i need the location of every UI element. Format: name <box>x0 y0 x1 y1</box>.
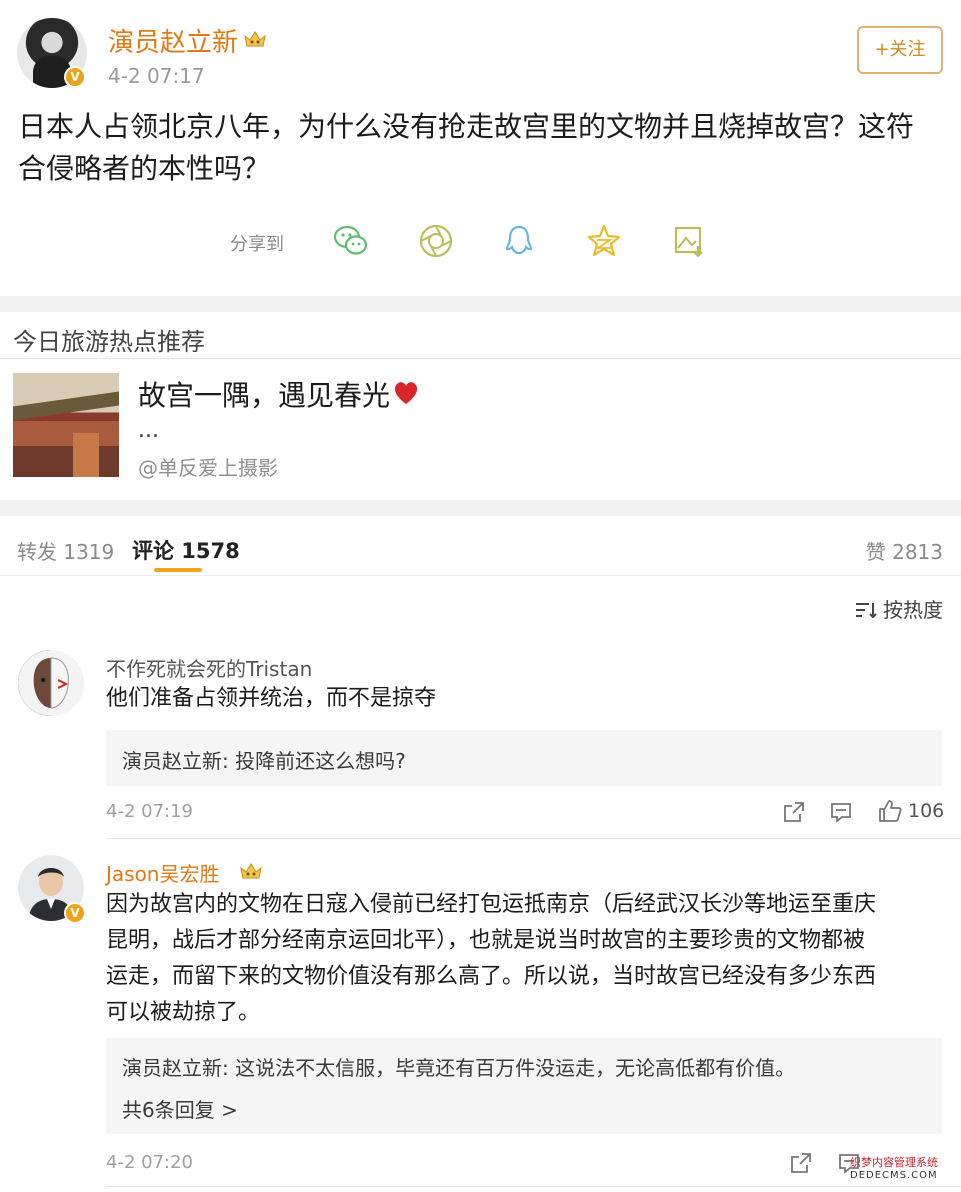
recommend-ellipsis: ... <box>138 418 159 443</box>
watermark-title: 织梦内容管理系统 <box>850 1156 938 1169</box>
crown-icon <box>244 31 266 47</box>
commenter-name[interactable]: 不作死就会死的Tristan <box>106 653 312 682</box>
tab-repost[interactable]: 转发 1319 <box>17 536 114 565</box>
reply-box[interactable]: 演员赵立新: 这说法不太信服，毕竟还有百万件没运走，无论高低都有价值。 共6条回… <box>106 1038 942 1134</box>
follow-button[interactable]: +关注 <box>857 26 943 74</box>
comment-text-line: 昆明，战后才部分经南京运回北平），也就是说当时故宫的主要珍贵的文物都被 <box>106 928 866 953</box>
watermark-domain: DEDECMS.COM <box>850 1170 938 1181</box>
like-icon[interactable] <box>878 799 902 823</box>
divider <box>106 1186 961 1187</box>
repost-icon[interactable] <box>790 1152 812 1174</box>
qq-icon[interactable] <box>500 222 538 260</box>
comment-text-line: 可以被劫掠了。 <box>106 1000 261 1025</box>
recommend-source[interactable]: @单反爱上摄影 <box>138 452 278 481</box>
moments-icon[interactable] <box>417 222 455 260</box>
sort-label: 按热度 <box>883 598 943 622</box>
comment-text-line: 因为故宫内的文物在日寇入侵前已经打包运抵南京（后经武汉长沙等地运至重庆 <box>106 892 877 917</box>
tab-comment[interactable]: 评论 1578 <box>132 535 240 565</box>
verified-badge-icon: V <box>64 902 86 924</box>
reply-text: 演员赵立新: 投降前还这么想吗? <box>122 749 406 773</box>
like-count: 106 <box>908 800 945 822</box>
repost-icon[interactable] <box>783 801 805 823</box>
share-label: 分享到 <box>230 234 284 255</box>
sort-button[interactable]: 按热度 <box>855 594 943 623</box>
comment-text: 他们准备占领并统治，而不是掠夺 <box>106 686 437 711</box>
author-name[interactable]: 演员赵立新 <box>108 22 238 59</box>
more-replies-link[interactable]: 共6条回复 > <box>122 1094 238 1123</box>
recommend-thumbnail[interactable] <box>13 373 119 477</box>
reply-text: 演员赵立新: 这说法不太信服，毕竟还有百万件没运走，无论高低都有价值。 <box>122 1056 796 1080</box>
comment-tabs: 转发 1319 评论 1578 赞 2813 <box>0 516 961 576</box>
reply-box[interactable]: 演员赵立新: 投降前还这么想吗? <box>106 730 942 786</box>
comment-icon[interactable] <box>830 801 852 823</box>
tab-like[interactable]: 赞 2813 <box>866 536 943 565</box>
recommend-section-title: 今日旅游热点推荐 <box>13 328 205 356</box>
qzone-icon[interactable] <box>585 222 623 260</box>
divider <box>106 838 961 839</box>
active-tab-indicator <box>154 568 202 572</box>
commenter-avatar[interactable] <box>18 650 84 716</box>
verified-badge-icon: V <box>64 66 86 88</box>
commenter-name[interactable]: Jason吴宏胜 <box>106 858 220 887</box>
heart-icon <box>394 382 418 404</box>
save-image-icon[interactable] <box>670 222 708 260</box>
comment-time: 4-2 07:19 <box>106 801 193 822</box>
sort-icon <box>856 603 877 619</box>
watermark: 织梦内容管理系统 DEDECMS.COM <box>850 1156 938 1182</box>
post-time: 4-2 07:17 <box>108 64 205 88</box>
comment-text-line: 运走，而留下来的文物价值没有那么高了。所以说，当时故宫已经没有多少东西 <box>106 964 877 989</box>
section-gap <box>0 500 961 516</box>
section-gap <box>0 296 961 312</box>
wechat-icon[interactable] <box>332 222 370 260</box>
weibo-post: V 演员赵立新 4-2 07:17 +关注 日本人占领北京八年，为什么没有抢走故… <box>0 0 961 296</box>
recommend-headline[interactable]: 故宫一隅，遇见春光 <box>138 374 390 414</box>
crown-icon <box>240 863 262 879</box>
divider <box>0 358 961 359</box>
post-text: 日本人占领北京八年，为什么没有抢走故宫里的文物并且烧掉故宫？这符合侵略者的本性吗… <box>18 110 915 185</box>
share-bar: 分享到 <box>0 218 961 266</box>
comment-time: 4-2 07:20 <box>106 1152 193 1173</box>
